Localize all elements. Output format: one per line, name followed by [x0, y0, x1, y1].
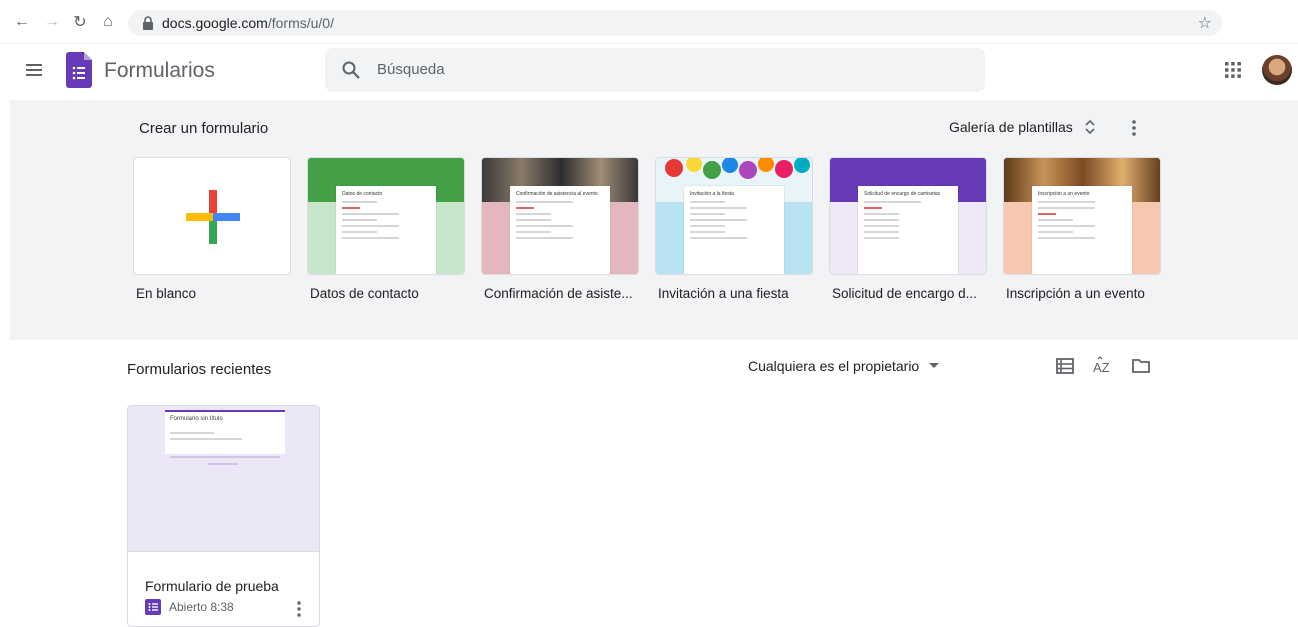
template-gallery-label: Galería de plantillas — [949, 119, 1073, 135]
more-options-icon[interactable] — [1128, 118, 1140, 138]
template-card-party[interactable]: Invitación a la fiesta — [655, 157, 813, 275]
app-header: Formularios Búsqueda — [0, 44, 1298, 99]
google-apps-icon[interactable] — [1224, 61, 1242, 79]
search-input[interactable]: Búsqueda — [377, 61, 445, 78]
template-preview: Invitación a la fiesta — [684, 186, 784, 274]
template-label-blank[interactable]: En blanco — [136, 286, 196, 301]
account-avatar[interactable] — [1262, 55, 1292, 85]
lock-icon — [143, 16, 153, 30]
balloons-image — [665, 158, 810, 179]
address-bar[interactable]: docs.google.com/forms/u/0/ ☆ — [128, 10, 1222, 36]
folder-icon[interactable] — [1131, 356, 1151, 376]
template-preview: Datos de contacto — [336, 186, 436, 274]
gallery-title: Crear un formulario — [139, 120, 269, 137]
form-preview: Formulario sin título — [165, 410, 285, 454]
template-preview: Solicitud de encargo de camisetas — [858, 186, 958, 274]
recent-form-thumbnail: Formulario sin título — [128, 406, 319, 552]
svg-text:AZ: AZ — [1093, 360, 1110, 375]
search-bar[interactable]: Búsqueda — [325, 48, 985, 92]
recent-form-card[interactable]: Formulario sin título Formulario de prue… — [127, 405, 320, 627]
recent-form-meta: Abierto 8:38 — [145, 599, 234, 615]
template-label-party[interactable]: Invitación a una fiesta — [658, 286, 789, 301]
plus-icon — [186, 190, 240, 244]
template-preview: Confirmación de asistencia al evento — [510, 186, 610, 274]
template-card-event-rsvp[interactable]: Confirmación de asistencia al evento — [481, 157, 639, 275]
url-text[interactable]: docs.google.com/forms/u/0/ — [162, 15, 334, 31]
template-card-contact[interactable]: Datos de contacto — [307, 157, 465, 275]
template-card-event-registration[interactable]: Inscripción a un evento — [1003, 157, 1161, 275]
expand-collapse-icon — [1085, 119, 1095, 135]
recent-form-name[interactable]: Formulario de prueba — [145, 578, 279, 594]
template-label-event-rsvp[interactable]: Confirmación de asiste... — [484, 286, 633, 301]
back-arrow-icon[interactable]: ← — [12, 12, 32, 32]
template-gallery-button[interactable]: Galería de plantillas — [949, 119, 1095, 135]
recent-form-opened: Abierto 8:38 — [169, 600, 234, 614]
forms-logo-icon[interactable] — [66, 52, 92, 88]
search-icon[interactable] — [341, 60, 361, 80]
sort-az-icon[interactable]: AZ — [1092, 356, 1112, 376]
template-label-contact[interactable]: Datos de contacto — [310, 286, 419, 301]
dropdown-arrow-icon — [929, 363, 940, 368]
template-label-event-registration[interactable]: Inscripción a un evento — [1006, 286, 1145, 301]
forms-small-icon — [145, 599, 161, 615]
template-card-blank[interactable] — [133, 157, 291, 275]
owner-filter-dropdown[interactable]: Cualquiera es el propietario — [748, 358, 940, 374]
template-gallery: Crear un formulario Galería de plantilla… — [10, 100, 1298, 340]
url-host: docs.google.com — [162, 15, 268, 31]
main-menu-icon[interactable] — [24, 60, 44, 80]
bookmark-star-icon[interactable]: ☆ — [1198, 13, 1212, 33]
recent-forms-title: Formularios recientes — [127, 361, 272, 378]
form-more-options-icon[interactable] — [293, 600, 305, 618]
app-title[interactable]: Formularios — [104, 59, 215, 83]
template-card-tshirt-order[interactable]: Solicitud de encargo de camisetas — [829, 157, 987, 275]
browser-toolbar: ← → ↻ ⌂ docs.google.com/forms/u/0/ ☆ — [0, 0, 1298, 44]
url-path: /forms/u/0/ — [267, 15, 334, 31]
template-label-tshirt-order[interactable]: Solicitud de encargo d... — [832, 286, 977, 301]
reload-icon[interactable]: ↻ — [70, 12, 90, 32]
home-icon[interactable]: ⌂ — [98, 12, 118, 32]
owner-filter-label: Cualquiera es el propietario — [748, 358, 920, 374]
list-view-icon[interactable] — [1055, 356, 1075, 376]
forward-arrow-icon[interactable]: → — [42, 12, 62, 32]
template-preview: Inscripción a un evento — [1032, 186, 1132, 274]
